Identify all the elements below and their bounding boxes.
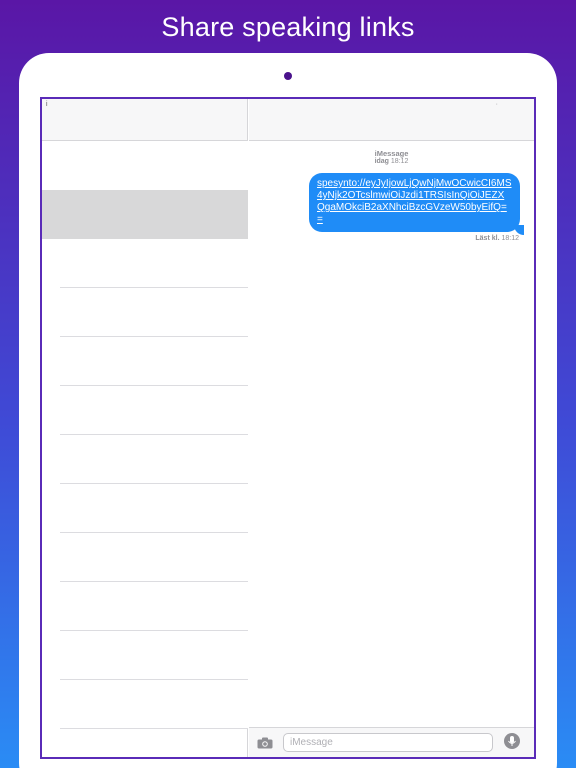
conversation-row[interactable]	[42, 288, 248, 337]
bubble-tail	[514, 225, 524, 235]
timestamp-time: 18:12	[390, 158, 409, 165]
conversation-row-selected[interactable]	[42, 190, 248, 239]
read-receipt-label: Läst kl.	[475, 235, 500, 242]
message-input[interactable]	[283, 733, 493, 752]
conversation-row[interactable]	[42, 239, 248, 288]
messages-app-screen: i · iMessage idag 18:12 spesynto://eyJyI…	[40, 97, 536, 759]
timestamp-day: idag	[374, 158, 389, 165]
message-timestamp: idag 18:12	[249, 158, 534, 165]
conversation-row[interactable]	[42, 533, 248, 582]
microphone-icon[interactable]	[504, 733, 520, 749]
sent-message-bubble[interactable]: spesynto://eyJyIjowLjQwNjMwOCwicCI6MS4yN…	[309, 173, 520, 232]
conversation-header: ·	[249, 99, 534, 141]
conversation-row[interactable]	[42, 141, 248, 190]
conversation-row[interactable]	[42, 582, 248, 631]
row-separator	[60, 728, 248, 729]
conversation-row[interactable]	[42, 386, 248, 435]
promo-headline: Share speaking links	[161, 12, 415, 42]
conversation-row[interactable]	[42, 680, 248, 729]
compose-bar	[249, 727, 534, 757]
conversation-row[interactable]	[42, 631, 248, 680]
status-glyph: i	[46, 101, 48, 108]
service-label: iMessage	[374, 149, 409, 158]
front-camera-dot	[284, 72, 292, 80]
conversation-row[interactable]	[42, 484, 248, 533]
conversation-row[interactable]	[42, 337, 248, 386]
read-receipt-time: 18:12	[501, 235, 519, 242]
speaking-link[interactable]: spesynto://eyJyIjowLjQwNjMwOCwicCI6MS4yN…	[317, 178, 512, 225]
conversation-row[interactable]	[42, 435, 248, 484]
header-glyph: ·	[495, 101, 498, 108]
conversation-list-pane: i	[42, 99, 248, 757]
camera-icon[interactable]	[257, 736, 273, 749]
conversation-list-header: i	[42, 99, 247, 141]
read-receipt: Läst kl. 18:12	[475, 235, 519, 242]
conversation-pane: · iMessage idag 18:12 spesynto://eyJyIjo…	[249, 99, 534, 757]
